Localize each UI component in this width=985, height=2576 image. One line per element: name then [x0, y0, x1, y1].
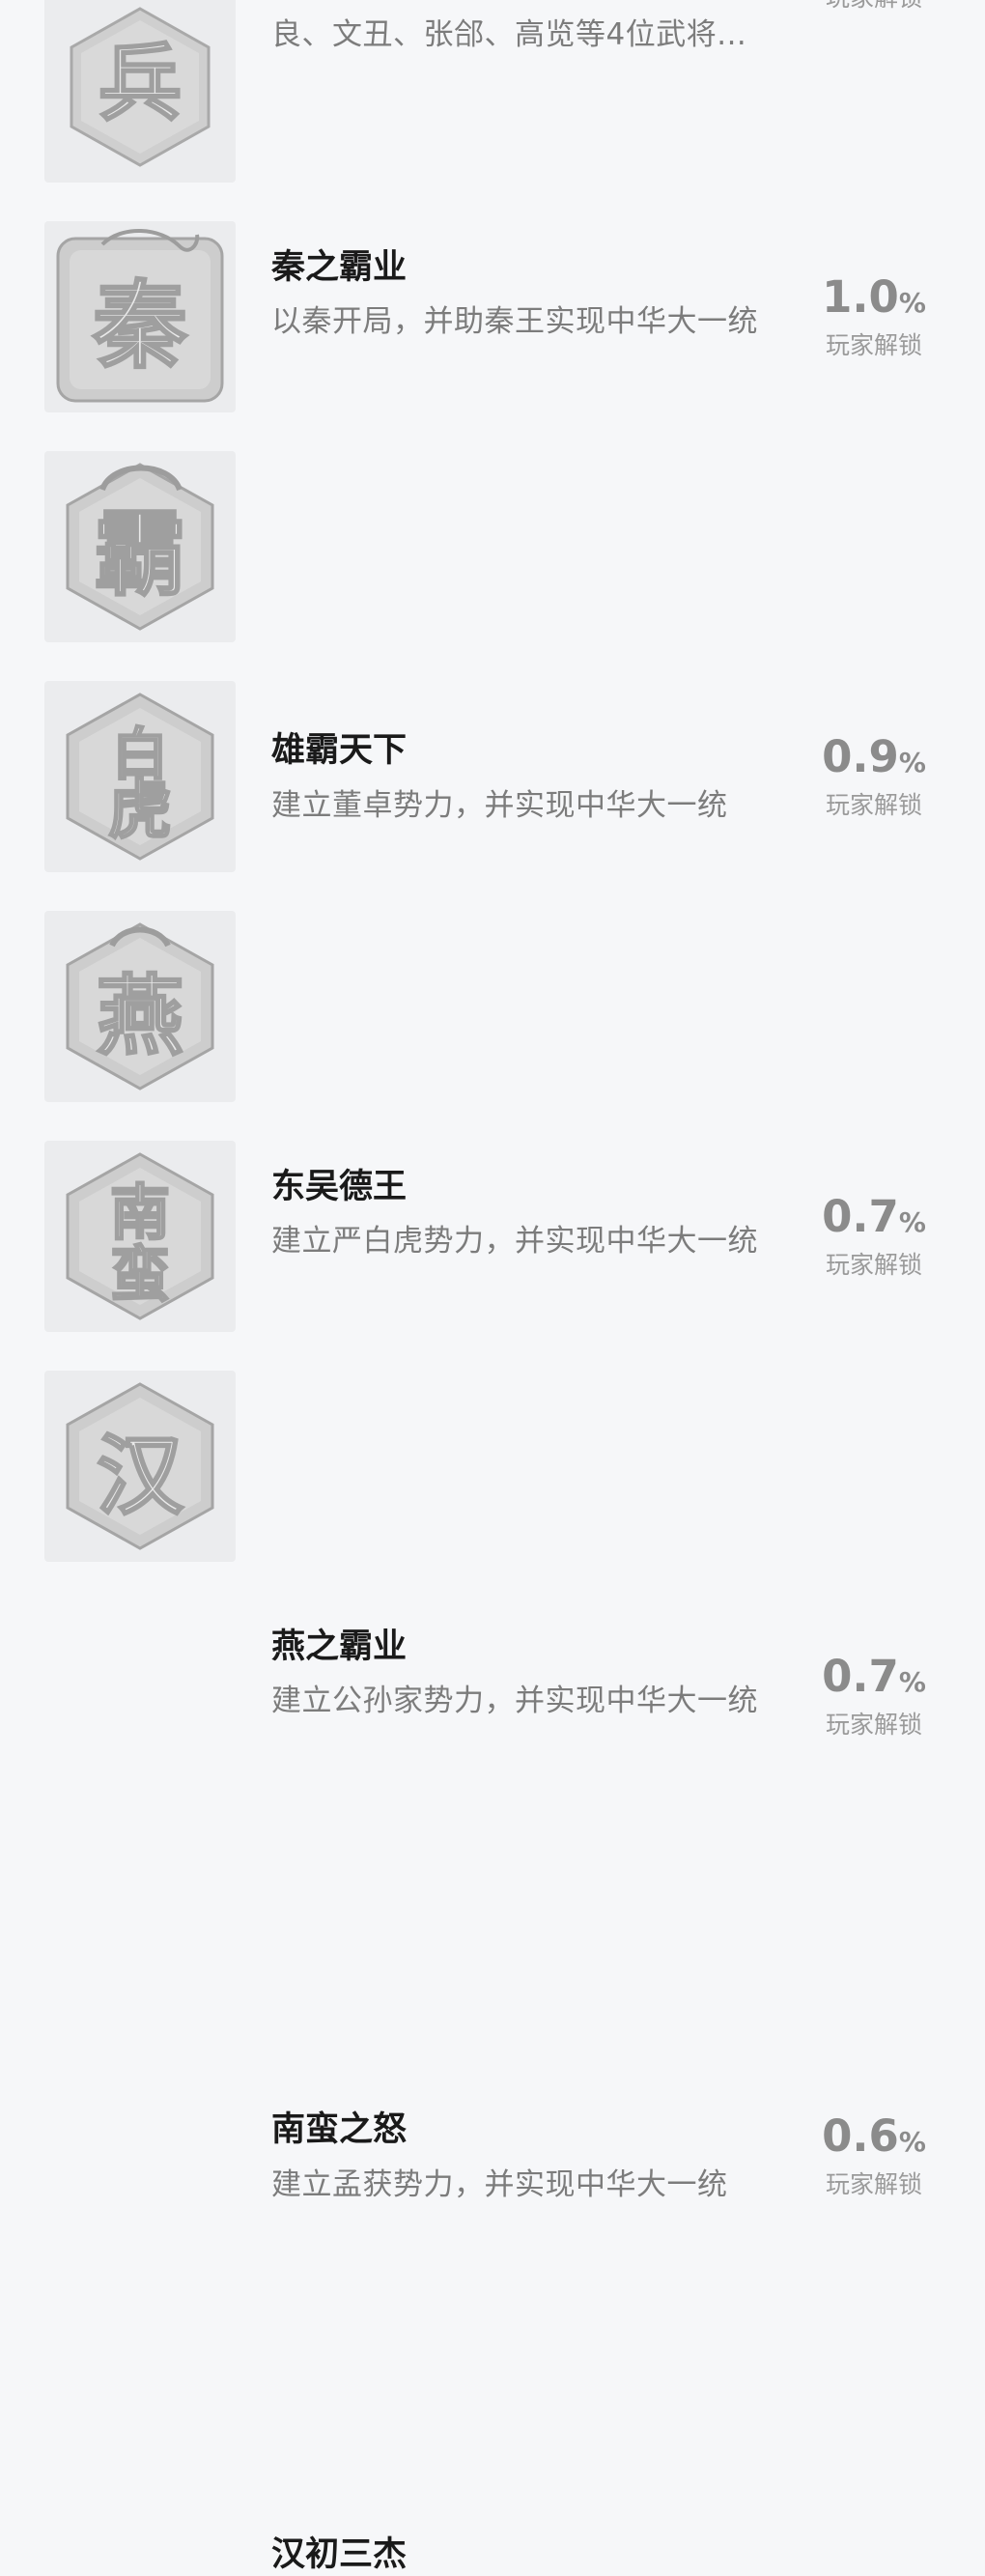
unlock-percent: 0.6%: [792, 2112, 956, 2170]
achievement-title: 汉初三杰: [271, 2535, 408, 2574]
achievement-item[interactable]: 兵 良、文丑、张郃、高览等4位武将... 玩家解锁: [0, 0, 985, 183]
badge-seal-char: 汉: [97, 1425, 184, 1527]
badge-seal-char: 南: [110, 1177, 170, 1248]
percent-unit: %: [898, 1666, 926, 1698]
percent-unit: %: [898, 2126, 926, 2158]
unlock-percent-value: 0.6: [822, 2110, 899, 2162]
achievement-item[interactable]: 白 虎 东吴德王 建立严白虎势力，并实现中华大一统 0.7% 玩家解锁: [0, 571, 985, 1279]
achievement-desc: 建立公孙家势力，并实现中华大一统: [271, 1684, 758, 1718]
achievement-item[interactable]: 霸 雄霸天下 建立董卓势力，并实现中华大一统 0.9% 玩家解锁: [0, 341, 985, 823]
achievement-item[interactable]: 燕 燕之霸业 建立公孙家势力，并实现中华大一统 0.7% 玩家解锁: [0, 801, 985, 1739]
achievement-item[interactable]: 南 蛮 南蛮之怒 建立孟获势力，并实现中华大一统 0.6% 玩家解锁: [0, 1031, 985, 2202]
achievement-desc: 以秦开局，并助秦王实现中华大一统: [271, 304, 758, 339]
unlock-percent-value: 0.7: [822, 1651, 899, 1702]
achievement-item[interactable]: 秦 秦之霸业 以秦开局，并助秦王实现中华大一统 1.0% 玩家解锁: [0, 111, 985, 412]
percent-unit: %: [898, 287, 926, 319]
achievement-item[interactable]: 汉 汉初三杰: [0, 1260, 985, 2574]
unlock-label: 玩家解锁: [825, 1711, 922, 1739]
unlock-percent: 1.0%: [792, 273, 956, 331]
achievement-badge-icon: 汉: [44, 1371, 236, 1562]
unlock-label: 玩家解锁: [792, 0, 956, 14]
achievement-desc: 良、文丑、张郃、高览等4位武将...: [271, 17, 747, 52]
unlock-percent-value: 1.0: [822, 271, 899, 323]
achievement-desc: 建立孟获势力，并实现中华大一统: [271, 2167, 728, 2202]
unlock-percent: 0.7%: [792, 1653, 956, 1711]
achievement-title: 秦之霸业: [271, 248, 408, 287]
unlock-label: 玩家解锁: [825, 2170, 922, 2198]
achievement-title: 燕之霸业: [271, 1628, 408, 1666]
achievement-title: 南蛮之怒: [271, 2110, 408, 2149]
